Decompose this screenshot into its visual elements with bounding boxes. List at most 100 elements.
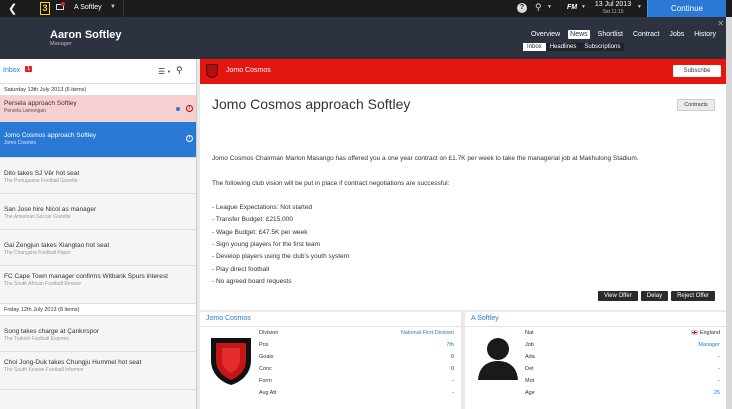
list-item[interactable]: Song takes charge at Çankırspor The Turk…	[0, 316, 196, 352]
tab-jobs[interactable]: Jobs	[667, 30, 686, 39]
main-nav: Overview News Shortlist Contract Jobs Hi…	[529, 30, 718, 39]
chevron-down-icon[interactable]: ▼	[167, 69, 171, 74]
date-text: 13 Jul 2013	[594, 1, 632, 8]
close-icon[interactable]: ✕	[717, 19, 724, 28]
item-title: Song takes charge at Çankırspor	[4, 328, 100, 335]
list-item[interactable]: FC Cape Town manager confirms Witbank Sp…	[0, 266, 196, 304]
page-header: ✕ Aaron Softley Manager Overview News Sh…	[0, 17, 732, 59]
item-title: FC Cape Town manager confirms Witbank Sp…	[4, 273, 168, 280]
subscribe-button[interactable]: Subscribe	[673, 65, 721, 77]
list-item[interactable]: Choi Jong-Duk takes Chungju Hummel hot s…	[0, 352, 196, 390]
manager-panel-title[interactable]: A Softley	[471, 315, 499, 322]
club-panel-title[interactable]: Jomo Cosmos	[206, 315, 251, 322]
day-header: Saturday 13th July 2013 (6 items)	[0, 84, 196, 96]
item-source: The South African Football Review	[4, 281, 81, 287]
stat-row: Conc 0	[259, 366, 454, 372]
club-banner: Jomo Cosmos Subscribe	[200, 59, 726, 84]
search-icon[interactable]: ⚲	[176, 65, 183, 76]
reject-offer-button[interactable]: Reject Offer	[671, 291, 715, 301]
chevron-down-icon[interactable]: ▼	[110, 4, 116, 10]
list-item[interactable]: Persela approach Softley Persela Lamonga…	[0, 96, 196, 122]
contracts-button[interactable]: Contracts	[677, 99, 715, 111]
tab-history[interactable]: History	[692, 30, 718, 39]
club-panel: Jomo Cosmos Division National First Divis…	[200, 312, 461, 409]
club-crest-icon[interactable]	[207, 334, 255, 386]
scrollbar[interactable]	[726, 17, 732, 409]
item-title: Dito takes SJ Vêr hot seat	[4, 170, 80, 177]
day-header: Friday 12th July 2013 (8 items)	[0, 304, 196, 316]
manager-panel: A Softley Nat England Job Manager Ada - Det…	[465, 312, 726, 409]
subtab-inbox[interactable]: Inbox	[523, 43, 546, 51]
fm-menu-button[interactable]: FM	[567, 4, 577, 11]
tab-shortlist[interactable]: Shortlist	[596, 30, 625, 39]
bullet: - No agreed board requests	[212, 277, 292, 285]
stat-row: Goals 0	[259, 354, 454, 360]
item-title: Gai Zengjun takes Xiangtao hot seat	[4, 242, 110, 249]
inbox-count-badge: 1	[25, 66, 33, 72]
tab-contract[interactable]: Contract	[631, 30, 661, 39]
back-arrow-icon[interactable]: ❮	[8, 2, 17, 15]
bullet: - Wage Budget: £47.5K per week	[212, 228, 308, 236]
alert-icon: !	[186, 135, 193, 142]
time-text: Sat 11:15	[602, 9, 624, 15]
england-flag-icon	[690, 330, 698, 335]
item-source: Jomo Cosmos	[4, 140, 36, 146]
continue-button[interactable]: Continue	[647, 0, 726, 17]
paragraph: The following club vision will be put in…	[212, 179, 450, 187]
notification-dot-icon	[61, 2, 65, 6]
list-item[interactable]: San Jose hire Nicol as manager The Ameri…	[0, 194, 196, 230]
inbox-panel: Inbox 1 ☰ ▼ ⚲ Saturday 13th July 2013 (6…	[0, 59, 197, 409]
sub-nav: Inbox Headlines Subscriptions	[523, 43, 625, 51]
tab-news[interactable]: News	[568, 30, 590, 39]
menu-icon[interactable]: ☰	[158, 67, 165, 76]
manager-name: Aaron Softley	[50, 29, 122, 41]
message-headline: Jomo Cosmos approach Softley	[212, 96, 411, 112]
tab-overview[interactable]: Overview	[529, 30, 562, 39]
club-crest-icon[interactable]	[206, 64, 218, 78]
chevron-down-icon[interactable]: ▼	[581, 4, 586, 10]
message-body: Jomo Cosmos approach Softley Contracts J…	[200, 84, 726, 310]
stat-row: Mot -	[525, 378, 720, 384]
list-item[interactable]: Gai Zengjun takes Xiangtao hot seat The …	[0, 230, 196, 266]
bullet: - Play direct football	[212, 265, 270, 273]
bullet: - Develop players using the club's youth…	[212, 253, 350, 261]
stat-row: Form -	[259, 378, 454, 384]
chevron-down-icon[interactable]: ▼	[547, 4, 552, 10]
stat-row: Division National First Division	[259, 330, 454, 336]
search-icon[interactable]: ⚲	[535, 2, 542, 13]
view-offer-button[interactable]: View Offer	[597, 291, 638, 301]
stat-row: Nat England	[525, 330, 720, 336]
alert-icon: !	[186, 105, 193, 112]
stat-row: Pos 7th	[259, 342, 454, 348]
club-name[interactable]: Jomo Cosmos	[226, 67, 271, 74]
subtab-subscriptions[interactable]: Subscriptions	[580, 43, 625, 51]
inbox-title[interactable]: Inbox	[3, 67, 20, 74]
manager-role: Manager	[50, 41, 72, 47]
fm-logo-icon[interactable]: 3	[40, 2, 50, 15]
stat-row: Age 25	[525, 390, 720, 396]
divider	[200, 326, 461, 327]
divider	[465, 326, 726, 327]
delay-button[interactable]: Delay	[640, 291, 669, 301]
item-source: The South Korean Football Informer	[4, 367, 84, 373]
item-title: Jomo Cosmos approach Softley	[4, 132, 97, 139]
manager-silhouette-icon	[478, 338, 518, 380]
help-icon[interactable]: ?	[517, 3, 527, 13]
profile-menu[interactable]: A Softley	[74, 4, 102, 11]
message-text: Jomo Cosmos Chairman Marlon Masango has …	[212, 153, 712, 288]
stat-row: Det -	[525, 366, 720, 372]
message-view: Jomo Cosmos Subscribe Jomo Cosmos approa…	[200, 59, 726, 409]
game-date[interactable]: 13 Jul 2013 Sat 11:15	[591, 1, 635, 15]
bullet: - Sign young players for the first team	[212, 241, 321, 249]
divider	[123, 0, 124, 17]
stat-row: Ada -	[525, 354, 720, 360]
list-item[interactable]: Dito takes SJ Vêr hot seat The Portugues…	[0, 158, 196, 194]
chevron-down-icon[interactable]: ▼	[637, 4, 642, 10]
top-bar: ❮ 3 A Softley ▼ ? ⚲ ▼ FM ▼ 13 Jul 2013 S…	[0, 0, 732, 17]
list-item-selected[interactable]: Jomo Cosmos approach Softley Jomo Cosmos…	[0, 122, 196, 158]
item-title: Persela approach Softley	[4, 100, 77, 107]
item-source: Persela Lamongan	[4, 108, 46, 114]
bullet: - League Expectations: Not started	[212, 204, 313, 212]
subtab-headlines[interactable]: Headlines	[545, 43, 581, 51]
inbox-header: Inbox 1 ☰ ▼ ⚲	[0, 59, 196, 84]
